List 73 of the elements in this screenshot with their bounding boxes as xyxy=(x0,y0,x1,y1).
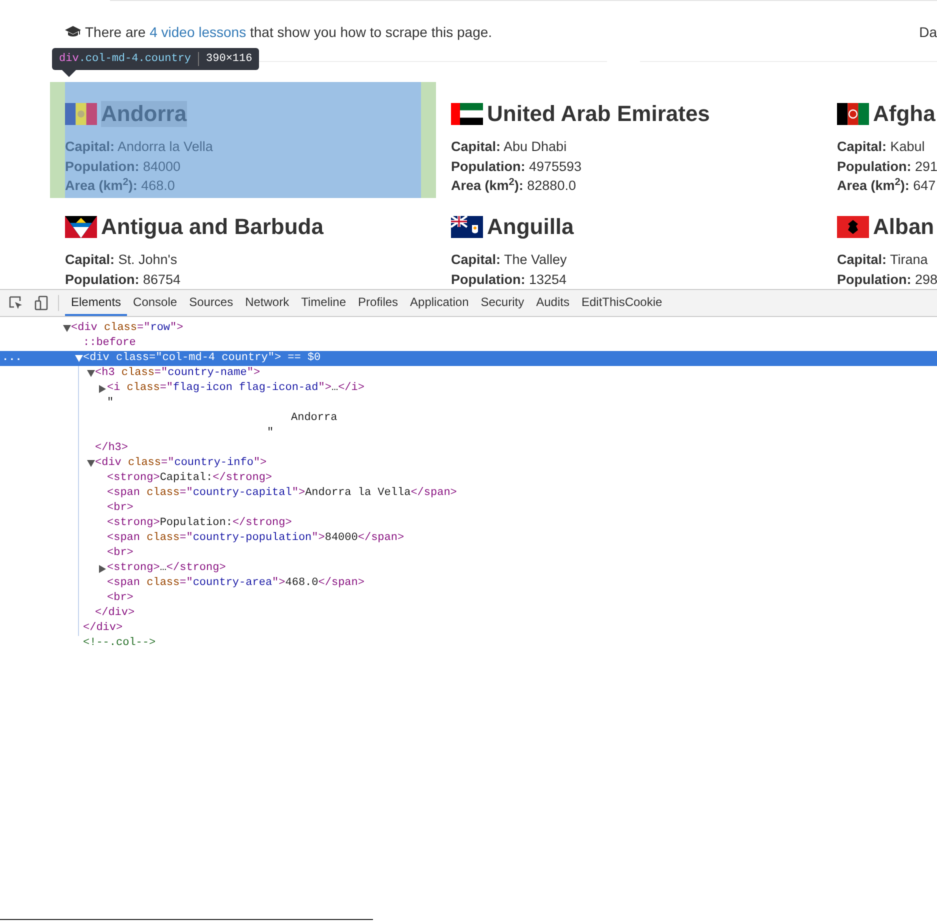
country-info-line: Area (km$^{2}$): 82880.0 xyxy=(451,176,577,196)
expanded-triangle-icon[interactable] xyxy=(62,325,70,332)
code-line: </div> xyxy=(95,606,135,621)
country-info-line: Capital: Kabul xyxy=(837,138,926,156)
code-line: <strong>Capital:</strong> xyxy=(107,471,272,486)
code-line: <span class="country-area">468.0</span> xyxy=(107,576,364,591)
flag-icon xyxy=(65,216,97,238)
country-info-line: Area (km$^{2}$): 647 xyxy=(837,176,937,196)
device-icon[interactable] xyxy=(34,295,50,311)
code-line: Andorra xyxy=(291,411,338,426)
devtools-tab[interactable]: Console xyxy=(127,290,184,316)
code-line: <div class="country-info"> xyxy=(95,456,267,471)
code-line: </h3> xyxy=(95,441,128,456)
code-line: <strong>Population:</strong> xyxy=(107,516,292,531)
country-info-line: Capital: Tirana xyxy=(837,251,929,270)
element-tooltip: div.col-md-4.country 390×116 xyxy=(52,48,260,70)
expanded-triangle-icon[interactable] xyxy=(86,460,94,467)
code-line: <br> xyxy=(107,501,134,516)
code-line: <div class="row"> xyxy=(71,321,184,336)
code-line: <br> xyxy=(107,591,134,606)
code-line: <!--.col--> xyxy=(83,636,156,651)
country-info-line: Capital: Andorra la Vella xyxy=(65,138,214,156)
collapsed-triangle-icon[interactable] xyxy=(99,564,106,572)
flag-icon xyxy=(837,216,869,238)
country-info-line: Population: 13254 xyxy=(451,270,568,289)
devtools-tab[interactable]: Timeline xyxy=(295,290,352,316)
devtools-tab[interactable]: Audits xyxy=(530,290,576,316)
devtools-tab[interactable]: Sources xyxy=(183,290,240,316)
code-line: <div class="col-md-4 country"> == $0 xyxy=(83,351,321,366)
cut-text: Da xyxy=(919,23,937,42)
flag-icon xyxy=(837,103,869,126)
country-info-line: Capital: Abu Dhabi xyxy=(451,138,568,156)
code-line: " xyxy=(267,426,274,441)
code-line: <span class="country-population">84000</span> xyxy=(107,531,404,546)
flag-icon xyxy=(451,216,483,238)
expanded-triangle-icon[interactable] xyxy=(86,370,94,377)
country-name: United Arab Emirates xyxy=(487,101,710,128)
code-line: </div> xyxy=(83,621,123,636)
code-line: <span class="country-capital">Andorra la Vella</span> xyxy=(107,486,457,501)
country-info-line: Capital: St. John's xyxy=(65,251,178,270)
intro-text: There are 4 video lessons that show you how to scrape this page. xyxy=(85,24,492,40)
country-name: Antigua and Barbuda xyxy=(101,214,324,240)
flag-icon xyxy=(65,103,97,126)
country-name: Anguilla xyxy=(487,214,574,240)
code-line: <i class="flag-icon flag-icon-ad">…</i> xyxy=(107,381,364,396)
country-info-line: Population: 4975593 xyxy=(451,158,583,176)
code-line: <br> xyxy=(107,546,134,561)
country-name: Alban xyxy=(873,214,934,240)
devtools-tab[interactable]: Elements xyxy=(65,290,128,316)
devtools-tab[interactable]: Security xyxy=(474,290,530,316)
collapsed-triangle-icon[interactable] xyxy=(99,384,106,392)
graduation-cap-icon xyxy=(65,26,81,38)
more-dots[interactable]: ... xyxy=(2,351,22,366)
country-info-line: Population: 291 xyxy=(837,158,937,176)
devtools-tab[interactable]: EditThisCookie xyxy=(575,290,668,316)
code-line: " xyxy=(107,396,114,411)
country-info-line: Population: 86754 xyxy=(65,270,182,289)
devtools-tab[interactable]: Profiles xyxy=(352,290,404,316)
flag-icon xyxy=(451,103,483,126)
country-name: Afgha xyxy=(873,101,936,128)
code-line: <h3 class="country-name"> xyxy=(95,366,260,381)
country-info-line: Population: 84000 xyxy=(65,158,182,176)
devtools-tab[interactable]: Network xyxy=(239,290,296,316)
inspect-icon[interactable] xyxy=(8,295,24,311)
video-lessons-link[interactable]: 4 video lessons xyxy=(150,24,246,40)
country-info-line: Population: 298 xyxy=(837,270,937,289)
tooltip-pointer xyxy=(62,70,76,77)
country-info-line: Capital: The Valley xyxy=(451,251,568,270)
devtools-tab[interactable]: Application xyxy=(404,290,475,316)
code-line: ::before xyxy=(83,336,136,351)
country-name: Andorra xyxy=(101,101,187,128)
country-info-line: Area (km$^{2}$): 468.0 xyxy=(65,176,176,196)
code-line: <strong>…</strong> xyxy=(107,561,226,576)
